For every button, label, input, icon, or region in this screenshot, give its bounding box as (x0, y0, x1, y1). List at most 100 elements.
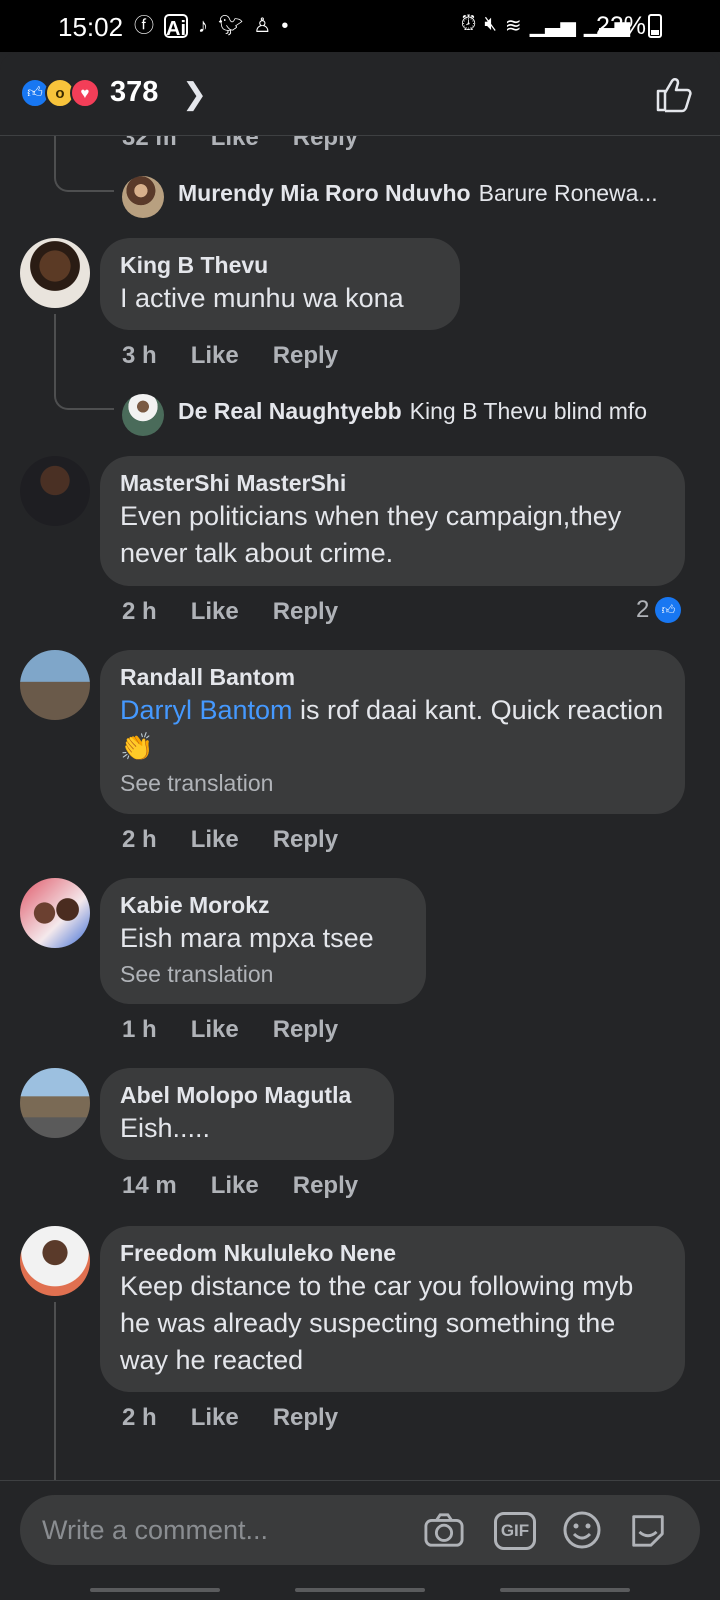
thread-line (54, 1302, 56, 1480)
comment-meta: 32 m Like Reply (122, 136, 358, 152)
comment-input[interactable] (42, 1509, 402, 1551)
reply-author[interactable]: De Real Naughtyebb (178, 398, 402, 425)
reaction-icons[interactable]: 👍︎ o ♥ (20, 78, 100, 108)
comment-bubble: Kabie Morokz Eish mara mpxa tsee See tra… (100, 878, 426, 1004)
comment-author[interactable]: Abel Molopo Magutla (120, 1080, 374, 1110)
avatar[interactable] (20, 456, 90, 526)
nav-handle[interactable] (90, 1588, 220, 1592)
reply-text: Barure Ronewa... (478, 180, 658, 206)
thread-connector (54, 162, 114, 192)
reaction-count[interactable]: 378 (110, 76, 158, 109)
emoji-icon[interactable] (562, 1511, 602, 1549)
reply-link[interactable]: Reply (293, 136, 358, 152)
comment-composer: GIF (20, 1495, 700, 1565)
like-link[interactable]: Like (191, 1016, 239, 1044)
comment-author[interactable]: King B Thevu (120, 250, 440, 280)
reactions-header: 👍︎ o ♥ 378 ❯ (0, 52, 720, 136)
wifi-icon: ≋ (504, 15, 522, 37)
avatar[interactable] (20, 878, 90, 948)
reply-link[interactable]: Reply (273, 342, 338, 370)
like-link[interactable]: Like (191, 598, 239, 626)
comment-author[interactable]: Freedom Nkululeko Nene (120, 1238, 665, 1268)
avatar[interactable] (122, 394, 164, 436)
comment-meta: 2 h Like Reply (122, 826, 338, 854)
comment-text: Eish mara mpxa tsee (120, 923, 374, 953)
see-translation-link[interactable]: See translation (120, 768, 665, 798)
like-link[interactable]: Like (191, 1404, 239, 1432)
nav-handle[interactable] (295, 1588, 425, 1592)
comment-text: Keep distance to the car you following m… (120, 1271, 634, 1375)
sticker-icon[interactable] (628, 1512, 668, 1548)
comment-meta: 14 m Like Reply (122, 1172, 358, 1200)
comment-bubble: Abel Molopo Magutla Eish..... (100, 1068, 394, 1160)
comment-time: 2 h (122, 1404, 157, 1431)
comment-bubble: Randall Bantom Darryl Bantom is rof daai… (100, 650, 685, 814)
reply-link[interactable]: Reply (273, 598, 338, 626)
thread-line (54, 136, 56, 162)
comment-author[interactable]: MasterShi MasterShi (120, 468, 665, 498)
reply-preview[interactable]: Murendy Mia Roro Nduvho Barure Ronewa... (178, 180, 698, 207)
comment-author[interactable]: Randall Bantom (120, 662, 665, 692)
comment-composer-bar: GIF (0, 1480, 720, 1600)
comment-meta: 3 h Like Reply (122, 342, 338, 370)
avatar[interactable] (20, 650, 90, 720)
like-link[interactable]: Like (191, 826, 239, 854)
like-link[interactable]: Like (191, 342, 239, 370)
reply-text: King B Thevu blind mfo (409, 398, 648, 424)
comment-time: 1 h (122, 1016, 157, 1043)
tiktok-icon: ♪ (198, 15, 208, 37)
avatar[interactable] (20, 1226, 90, 1296)
comment-bubble: MasterShi MasterShi Even politicians whe… (100, 456, 685, 586)
comment-meta: 2 h Like Reply (122, 1404, 338, 1432)
battery-icon (648, 14, 662, 38)
like-reaction-icon: 👍︎ (655, 597, 682, 623)
thread-connector (54, 380, 114, 410)
comments-list: 32 m Like Reply Murendy Mia Roro Nduvho … (0, 136, 720, 1480)
dot-icon: • (281, 15, 289, 37)
comment-text: I active munhu wa kona (120, 283, 404, 313)
comment-meta: 2 h Like Reply (122, 598, 338, 626)
avatar[interactable] (122, 176, 164, 218)
camera-icon[interactable] (424, 1512, 464, 1548)
comment-like-count[interactable]: 2 👍︎ (636, 596, 682, 624)
facebook-icon: ⓕ (134, 15, 154, 37)
mention-link[interactable]: Darryl Bantom (120, 695, 293, 725)
status-bar: 15:02 ⓕ Ai ♪ 🐦︎ ♙ • ⏰︎ 🔇︎ ≋ ▁▃▅ ▁▃▅ 22% (0, 0, 720, 52)
comment-meta: 1 h Like Reply (122, 1016, 338, 1044)
comment-time: 2 h (122, 598, 157, 625)
status-time: 15:02 (58, 12, 124, 42)
comment-time: 14 m (122, 1172, 177, 1199)
reply-author[interactable]: Murendy Mia Roro Nduvho (178, 180, 471, 207)
like-outline-icon[interactable] (654, 74, 694, 114)
comment-bubble: King B Thevu I active munhu wa kona (100, 238, 460, 330)
notification-icons: ⓕ Ai ♪ 🐦︎ ♙ • (134, 13, 289, 40)
battery-percent: 22% (596, 12, 647, 40)
love-reaction-icon: ♥ (70, 78, 100, 108)
gif-icon[interactable]: GIF (494, 1512, 536, 1550)
reply-link[interactable]: Reply (273, 1404, 338, 1432)
reply-link[interactable]: Reply (273, 1016, 338, 1044)
avatar[interactable] (20, 238, 90, 308)
comment-bubble: Freedom Nkululeko Nene Keep distance to … (100, 1226, 685, 1392)
comment-text: Eish..... (120, 1113, 211, 1143)
signal-icon: ▁▃▅ (529, 15, 576, 37)
comment-author[interactable]: Kabie Morokz (120, 890, 406, 920)
reply-preview[interactable]: De Real Naughtyebb King B Thevu blind mf… (178, 398, 647, 425)
comment-text: Even politicians when they campaign,they… (120, 501, 622, 568)
like-count-number: 2 (636, 596, 650, 623)
like-link[interactable]: Like (211, 1172, 259, 1200)
comment-time: 3 h (122, 342, 157, 369)
app-icon: ♙ (253, 15, 272, 37)
chevron-right-icon[interactable]: ❯ (182, 77, 207, 112)
avatar[interactable] (20, 1068, 90, 1138)
see-translation-link[interactable]: See translation (120, 959, 406, 989)
thread-line (54, 314, 56, 380)
ai-icon: Ai (164, 14, 188, 40)
like-link[interactable]: Like (211, 136, 259, 152)
reply-link[interactable]: Reply (273, 826, 338, 854)
comment-time: 2 h (122, 826, 157, 853)
reply-link[interactable]: Reply (293, 1172, 358, 1200)
alarm-icon: ⏰︎ (460, 13, 477, 35)
comment-time: 32 m (122, 136, 177, 151)
nav-handle[interactable] (500, 1588, 630, 1592)
